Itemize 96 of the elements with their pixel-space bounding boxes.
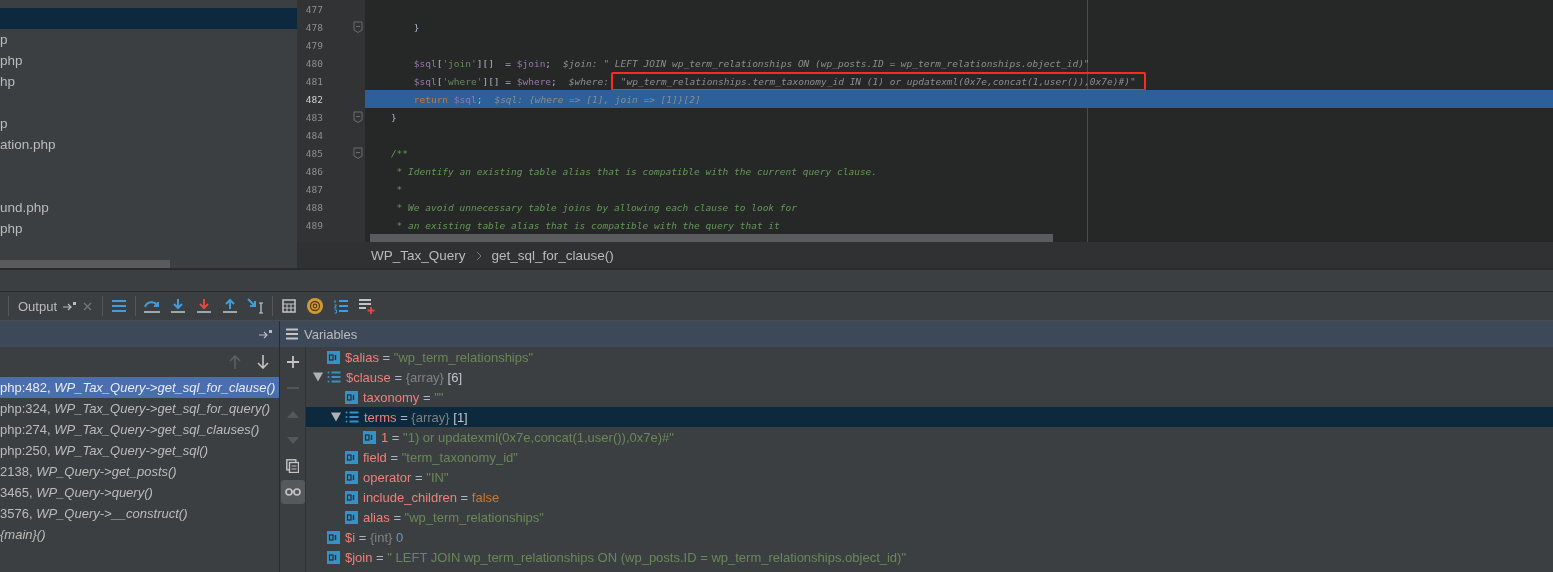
stack-frame[interactable]: php:274, WP_Tax_Query->get_sql_clauses() <box>0 419 279 440</box>
scalar-value-icon <box>327 530 340 544</box>
variable-row[interactable]: $clause = {array} [6] <box>306 367 1553 387</box>
close-button[interactable] <box>83 301 93 311</box>
step-over-icon[interactable] <box>143 298 162 314</box>
code-line: * Identify an existing table alias that is compatible with the current query clause. <box>395 165 878 177</box>
stack-frame[interactable]: php:482, WP_Tax_Query->get_sql_for_clause() <box>0 377 279 398</box>
line-number: 487 <box>304 183 323 195</box>
stack-frame[interactable]: 2138, WP_Query->get_posts() <box>0 461 279 482</box>
step-out-icon[interactable] <box>222 298 239 314</box>
variable-row[interactable]: terms = {array} [1] <box>306 407 1553 427</box>
code-line: * an existing table alias that is compatible with the query that it <box>395 219 780 231</box>
file-item[interactable]: php <box>0 218 297 239</box>
glasses-toggle-button[interactable] <box>280 480 305 504</box>
variable-row[interactable]: $join = " LEFT JOIN wp_term_relationships ON (wp_posts.ID = wp_term_relationships.object_id)" <box>306 547 1553 567</box>
scrollbar[interactable] <box>0 259 170 268</box>
line-number: 480 <box>304 57 323 69</box>
run-to-cursor-icon[interactable] <box>247 298 266 314</box>
show-execution-point-icon[interactable] <box>111 299 128 313</box>
scalar-value-icon <box>345 490 358 504</box>
variable-row[interactable]: $alias = "wp_term_relationships" <box>306 347 1553 367</box>
expand-triangle-icon[interactable] <box>330 412 341 422</box>
copy-icon[interactable] <box>286 459 299 473</box>
scalar-value-icon <box>345 510 358 524</box>
fold-icon[interactable] <box>353 21 363 33</box>
variable-row[interactable]: operator = "IN" <box>306 467 1553 487</box>
fold-icon[interactable] <box>353 147 363 159</box>
down-arrow-icon[interactable] <box>257 355 269 369</box>
variable-row[interactable]: field = "term_taxonomy_id" <box>306 447 1553 467</box>
file-item[interactable]: ation.php <box>0 134 297 155</box>
line-number: 483 <box>304 111 323 123</box>
variable-row[interactable]: include_children = false <box>306 487 1553 507</box>
line-number: 478 <box>304 21 323 33</box>
code-line: * <box>395 183 403 195</box>
numbered-list-icon[interactable] <box>333 298 350 314</box>
code-line: } <box>389 111 397 123</box>
variable-row[interactable]: $i = {int} 0 <box>306 527 1553 547</box>
code-line: } <box>412 21 420 33</box>
variable-row[interactable]: 1 = "1) or updatexml(0x7e,concat(1,user()),0x7e)#" <box>306 427 1553 447</box>
line-number: 484 <box>304 129 323 141</box>
list-icon <box>286 328 298 340</box>
step-into-icon[interactable] <box>170 298 187 314</box>
variable-row[interactable]: alias = "wp_term_relationships" <box>306 507 1553 527</box>
pin-icon[interactable] <box>259 329 273 339</box>
array-icon <box>345 410 359 424</box>
scalar-value-icon <box>345 450 358 464</box>
code-line: return $sql; <box>412 93 483 105</box>
code-line: $sql['join'][] = $join; <box>412 57 552 69</box>
file-item[interactable]: und.php <box>0 197 297 218</box>
code-line: * We avoid unnecessary table joins by allowing each clause to look for <box>395 201 797 213</box>
file-item[interactable]: p <box>0 29 297 50</box>
file-item[interactable]: p <box>0 113 297 134</box>
scalar-value-icon <box>327 550 340 564</box>
at-sign-icon[interactable] <box>307 298 324 314</box>
line-number: 489 <box>304 219 323 231</box>
stack-frame[interactable]: 3465, WP_Query->query() <box>0 482 279 503</box>
scalar-value-icon <box>345 470 358 484</box>
line-number: 486 <box>304 165 323 177</box>
line-number: 488 <box>304 201 323 213</box>
breadcrumb-link[interactable]: WP_Tax_Query <box>371 248 466 263</box>
glasses-icon <box>284 488 301 496</box>
expand-triangle-icon[interactable] <box>312 372 323 382</box>
breadcrumb-link[interactable]: get_sql_for_clause() <box>491 248 614 263</box>
stack-frame[interactable]: php:250, WP_Tax_Query->get_sql() <box>0 440 279 461</box>
inline-debug-label: $sql: <box>494 93 524 105</box>
output-tab[interactable]: Output <box>13 293 99 319</box>
line-number: 477 <box>304 3 323 15</box>
scalar-value-icon <box>327 350 340 364</box>
panel-title: Variables <box>304 326 358 342</box>
chevron-icon <box>475 250 482 261</box>
file-item[interactable]: hp <box>0 71 297 92</box>
plus-icon[interactable] <box>286 356 299 368</box>
calculator-icon[interactable] <box>282 299 297 313</box>
scalar-value-icon <box>345 390 358 404</box>
file-item[interactable]: php <box>0 50 297 71</box>
scrollbar[interactable] <box>370 234 1053 242</box>
array-icon <box>327 370 341 384</box>
inline-debug-label: $where: <box>568 75 609 87</box>
variable-row[interactable]: taxonomy = "" <box>306 387 1553 407</box>
inline-debug-value: {where => [1], join => [1]}[2] <box>529 93 701 105</box>
stack-frame[interactable]: {main}() <box>0 524 279 545</box>
code-line: /** <box>389 147 409 159</box>
stack-frame[interactable]: 3576, WP_Query->__construct() <box>0 503 279 524</box>
code-line: $sql['where'][] = $where; <box>412 75 557 87</box>
inline-debug-label: $join: <box>563 57 598 69</box>
line-number: 479 <box>304 39 323 51</box>
inline-debug-value: " LEFT JOIN wp_term_relationships ON (wp_posts.ID = wp_term_relationships.object_id)" <box>603 57 1090 69</box>
line-number: 481 <box>304 75 323 87</box>
force-step-into-icon[interactable] <box>196 298 213 314</box>
stack-frame[interactable]: php:324, WP_Tax_Query->get_sql_for_query() <box>0 398 279 419</box>
line-number: 482 <box>304 93 323 105</box>
pin-icon[interactable] <box>63 301 78 311</box>
scalar-value-icon <box>363 430 376 444</box>
fold-icon[interactable] <box>353 111 363 123</box>
line-number: 485 <box>304 147 323 159</box>
add-watch-icon[interactable] <box>358 297 377 315</box>
